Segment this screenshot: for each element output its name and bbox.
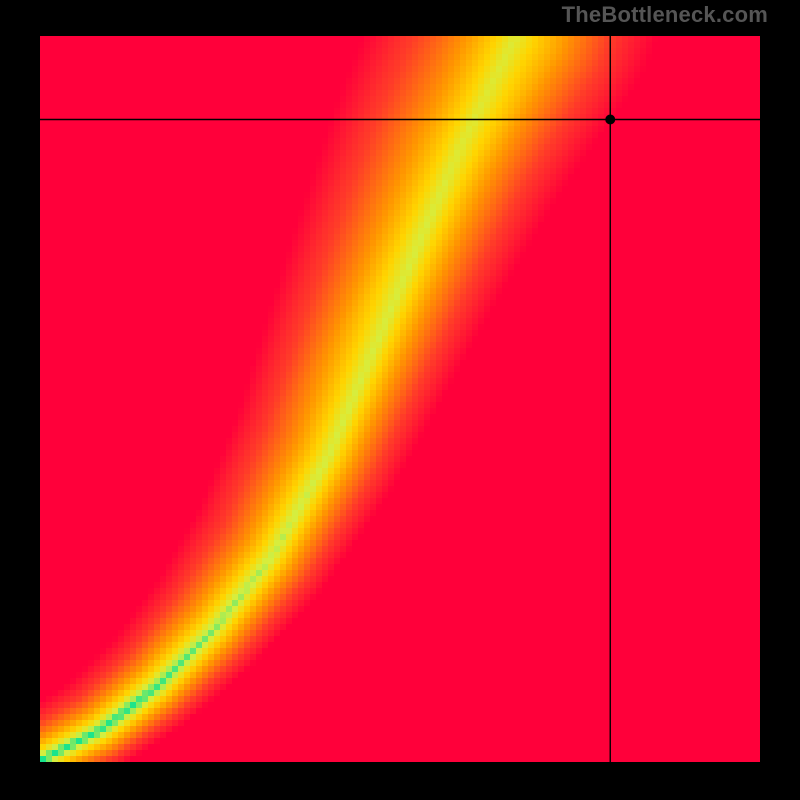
marker-dot xyxy=(605,114,615,124)
heatmap-plot xyxy=(40,36,760,762)
frame: TheBottleneck.com xyxy=(0,0,800,800)
watermark: TheBottleneck.com xyxy=(562,2,768,28)
heatmap-overlay xyxy=(40,36,760,762)
